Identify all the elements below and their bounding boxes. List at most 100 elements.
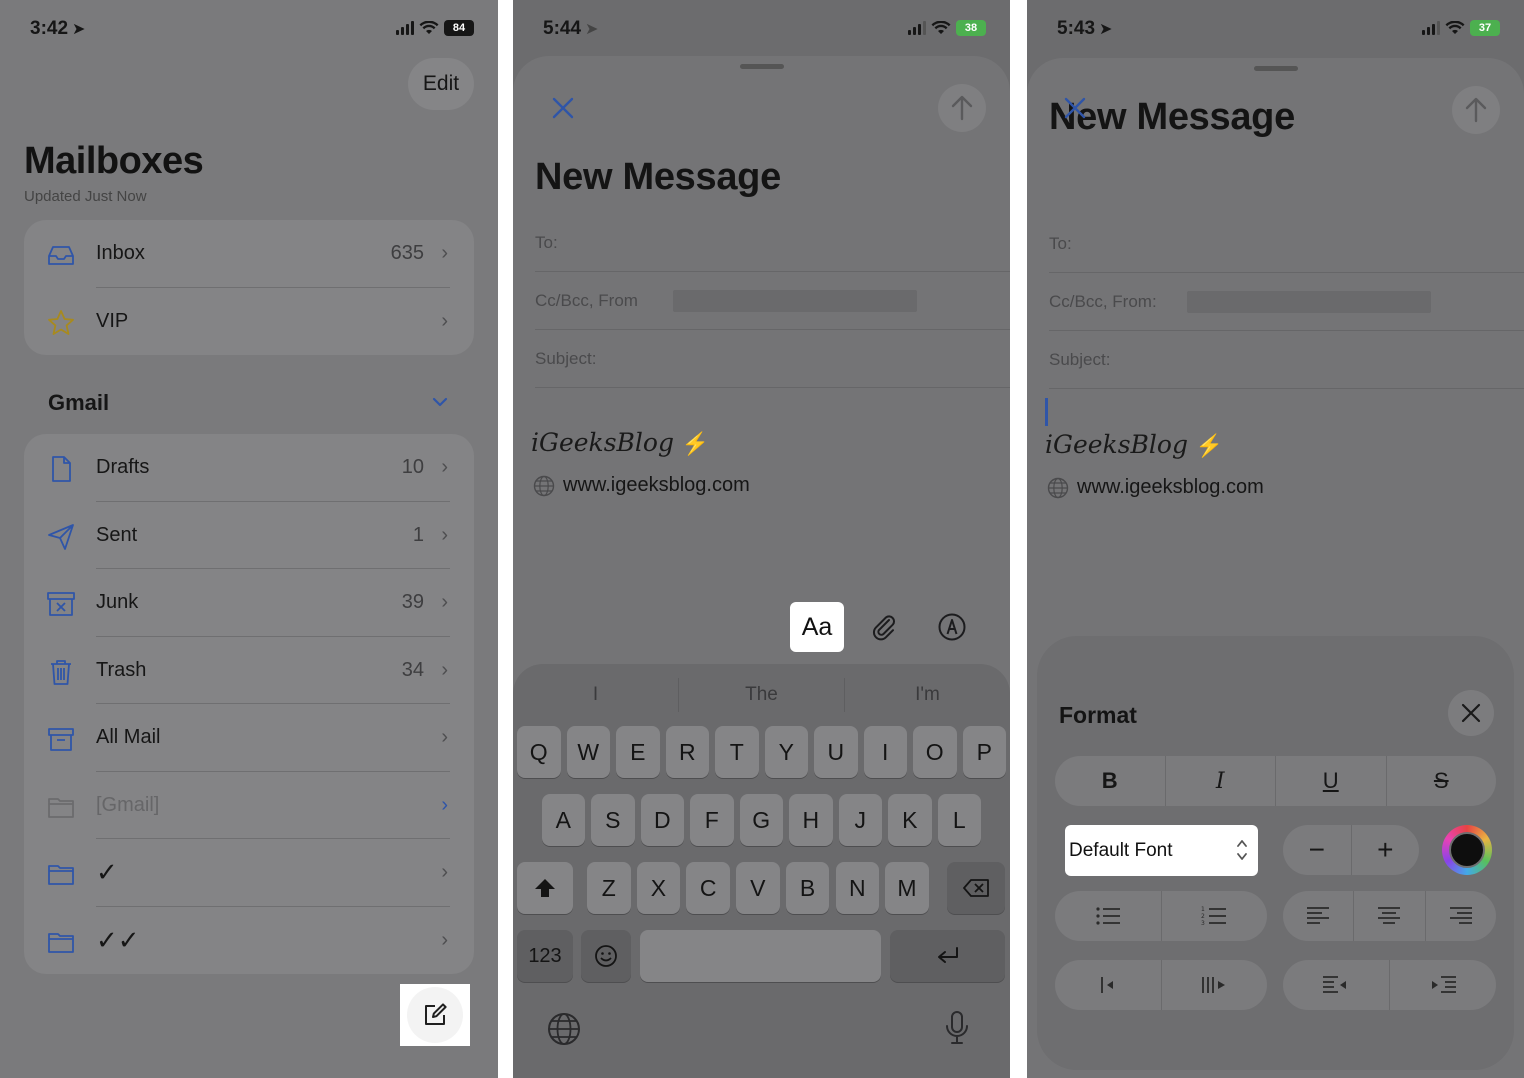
send-button[interactable] (938, 84, 986, 132)
mailbox-row-check[interactable]: ✓ › (24, 839, 474, 907)
mailbox-row-all-mail[interactable]: All Mail › (24, 704, 474, 772)
subject-field[interactable]: Subject: (535, 330, 1010, 388)
suggestion-3[interactable]: I'm (845, 678, 1010, 712)
cc-bcc-from-field[interactable]: Cc/Bcc, From: (1049, 273, 1524, 331)
suggestion-1[interactable]: I (513, 678, 679, 712)
key-d[interactable]: D (640, 794, 684, 846)
key-l[interactable]: L (937, 794, 981, 846)
close-button[interactable] (1053, 86, 1097, 130)
mailbox-row-gmail-folder[interactable]: [Gmail] › (24, 772, 474, 839)
strikethrough-button[interactable]: S (1387, 756, 1497, 806)
mailbox-row-junk[interactable]: Junk 39 › (24, 569, 474, 637)
bold-button[interactable]: B (1055, 756, 1166, 806)
key-k[interactable]: K (888, 794, 932, 846)
key-s[interactable]: S (591, 794, 635, 846)
align-left-button[interactable] (1283, 891, 1355, 941)
compose-button[interactable] (407, 987, 463, 1043)
key-v[interactable]: V (736, 862, 780, 914)
to-field[interactable]: To: (1049, 215, 1524, 273)
svg-text:2: 2 (1201, 913, 1205, 920)
increase-quote-level-button[interactable] (1162, 960, 1268, 1010)
subject-field[interactable]: Subject: (1049, 331, 1524, 389)
key-c[interactable]: C (686, 862, 730, 914)
key-r[interactable]: R (665, 726, 709, 778)
format-close-button[interactable] (1448, 690, 1494, 736)
numbered-list-button[interactable]: 123 (1162, 891, 1268, 941)
mailbox-label: All Mail (96, 726, 161, 749)
key-a[interactable]: A (541, 794, 585, 846)
microphone-icon (946, 1011, 968, 1044)
space-key[interactable] (640, 930, 881, 982)
return-key[interactable] (890, 930, 1005, 982)
underline-button[interactable]: U (1276, 756, 1387, 806)
key-f[interactable]: F (690, 794, 734, 846)
key-t[interactable]: T (715, 726, 759, 778)
chevron-right-icon: › (441, 523, 448, 546)
key-z[interactable]: Z (587, 862, 631, 914)
to-field[interactable]: To: (535, 214, 1010, 272)
mailbox-row-sent[interactable]: Sent 1 › (24, 502, 474, 569)
battery-indicator: 37 (1470, 20, 1500, 36)
mailbox-row-drafts[interactable]: Drafts 10 › (24, 434, 474, 502)
key-n[interactable]: N (835, 862, 879, 914)
mailbox-row-vip[interactable]: VIP › (24, 288, 474, 356)
bulleted-list-button[interactable] (1055, 891, 1162, 941)
mailbox-row-trash[interactable]: Trash 34 › (24, 637, 474, 704)
key-w[interactable]: W (566, 726, 610, 778)
key-e[interactable]: E (616, 726, 660, 778)
key-p[interactable]: P (962, 726, 1006, 778)
message-title: New Message (535, 156, 781, 198)
key-u[interactable]: U (814, 726, 858, 778)
keyboard-switch-button[interactable] (547, 1012, 581, 1046)
chevron-down-icon[interactable] (430, 392, 450, 412)
mailbox-row-inbox[interactable]: Inbox 635 › (24, 220, 474, 288)
mailbox-row-double-check[interactable]: ✓✓ › (24, 907, 474, 975)
close-button[interactable] (541, 86, 585, 130)
key-h[interactable]: H (789, 794, 833, 846)
numbers-key[interactable]: 123 (517, 930, 573, 982)
key-i[interactable]: I (863, 726, 907, 778)
cc-bcc-from-label: Cc/Bcc, From (535, 290, 638, 310)
italic-button[interactable]: I (1166, 756, 1276, 806)
decrease-quote-level-button[interactable] (1055, 960, 1162, 1010)
paper-plane-icon (48, 523, 74, 550)
key-b[interactable]: B (785, 862, 830, 914)
emoji-key[interactable] (581, 930, 631, 982)
increase-font-size-button[interactable]: + (1352, 825, 1420, 875)
indent-button[interactable] (1390, 960, 1496, 1010)
compose-sheet: New Message To: Cc/Bcc, From Subject: iG… (513, 56, 1010, 1078)
cc-bcc-from-field[interactable]: Cc/Bcc, From (535, 272, 1010, 330)
key-m[interactable]: M (885, 862, 929, 914)
globe-icon (548, 1013, 580, 1045)
format-button[interactable]: Aa (790, 602, 844, 652)
key-y[interactable]: Y (764, 726, 808, 778)
chevron-right-icon: › (441, 456, 448, 479)
key-q[interactable]: Q (517, 726, 561, 778)
send-button[interactable] (1452, 86, 1500, 134)
section-header-gmail[interactable]: Gmail (48, 390, 109, 416)
align-right-button[interactable] (1426, 891, 1496, 941)
suggestion-2[interactable]: The (679, 678, 845, 712)
key-o[interactable]: O (913, 726, 957, 778)
align-right-icon (1449, 907, 1472, 924)
signature-logo: iGeeksBlog ⚡ (1045, 430, 1224, 459)
sheet-grabber[interactable] (1253, 66, 1298, 71)
wifi-icon (419, 21, 439, 34)
svg-text:3: 3 (1201, 920, 1205, 927)
decrease-font-size-button[interactable]: − (1283, 825, 1352, 875)
sheet-grabber[interactable] (739, 64, 784, 69)
key-j[interactable]: J (838, 794, 882, 846)
key-g[interactable]: G (739, 794, 783, 846)
font-picker[interactable]: Default Font (1065, 825, 1258, 876)
arrow-up-icon (951, 95, 973, 121)
key-x[interactable]: X (636, 862, 681, 914)
mailbox-label: Junk (96, 591, 139, 614)
outdent-button[interactable] (1283, 960, 1390, 1010)
dictation-button[interactable] (944, 1010, 970, 1046)
delete-key[interactable] (947, 862, 1005, 914)
align-center-button[interactable] (1354, 891, 1426, 941)
markup-button[interactable] (924, 602, 980, 652)
attachment-button[interactable] (856, 602, 912, 652)
text-color-button[interactable] (1442, 825, 1492, 875)
edit-button[interactable]: Edit (408, 58, 474, 110)
